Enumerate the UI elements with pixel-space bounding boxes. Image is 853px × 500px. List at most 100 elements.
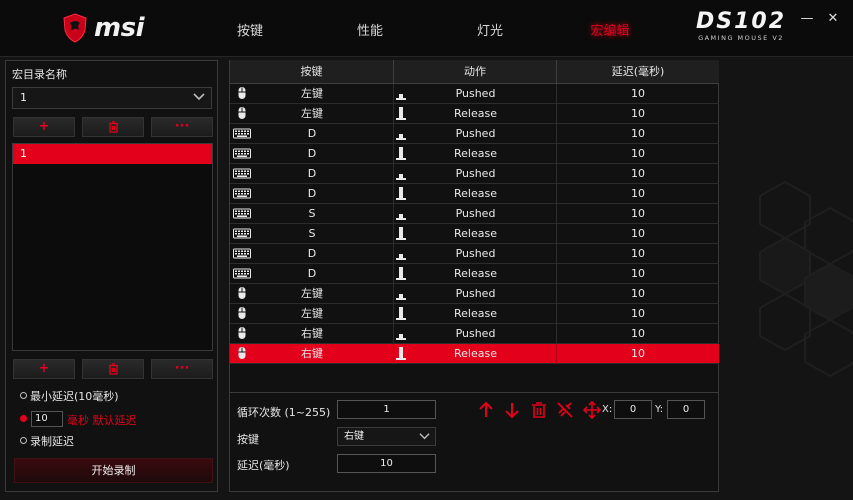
row-action: Release (454, 307, 497, 320)
no-link-icon[interactable] (556, 401, 574, 419)
arrow-down-icon[interactable] (503, 401, 521, 419)
chevron-down-icon (419, 433, 430, 440)
table-divider (230, 392, 719, 393)
table-row[interactable]: 右键 Pushed 10 (230, 324, 719, 344)
row-action: Pushed (455, 167, 496, 180)
close-button[interactable]: ✕ (825, 12, 841, 26)
table-row[interactable]: 左键 Pushed 10 (230, 284, 719, 304)
y-input[interactable]: 0 (667, 400, 705, 419)
loop-count-input[interactable]: 1 (337, 400, 436, 419)
macro-list: 1 (12, 143, 213, 351)
table-row[interactable]: 左键 Release 10 (230, 104, 719, 124)
table-row[interactable]: D Release 10 (230, 264, 719, 284)
macro-select[interactable]: 1 (12, 87, 212, 109)
row-action: Release (454, 227, 497, 240)
table-row[interactable]: D Pushed 10 (230, 244, 719, 264)
row-action: Pushed (455, 207, 496, 220)
table-row[interactable]: 左键 Pushed 10 (230, 84, 719, 104)
msi-logo: msi (62, 12, 172, 44)
row-delay: 10 (631, 327, 645, 340)
row-key: 右键 (301, 347, 323, 360)
row-delay: 10 (631, 267, 645, 280)
delete-macro-button-bottom[interactable] (82, 359, 144, 379)
row-action: Pushed (455, 127, 496, 140)
brand-name: msi (94, 13, 144, 43)
tab-lighting[interactable]: 灯光 (450, 20, 530, 40)
product-subtitle: GAMING MOUSE V2 (698, 34, 784, 42)
loop-count-label: 循环次数 (1~255) (237, 406, 331, 419)
row-delay: 10 (631, 87, 645, 100)
start-recording-button[interactable]: 开始录制 (14, 458, 213, 483)
row-delay: 10 (631, 187, 645, 200)
row-delay: 10 (631, 307, 645, 320)
row-key: S (308, 207, 316, 220)
row-key: D (307, 147, 317, 160)
min-delay-label: 最小延迟(10毫秒) (30, 390, 119, 403)
default-delay-radio[interactable] (20, 415, 27, 422)
minimize-button[interactable]: — (799, 12, 815, 26)
key-select[interactable]: 右键 (337, 427, 436, 446)
row-delay: 10 (631, 127, 645, 140)
delete-macro-button[interactable] (82, 117, 144, 137)
default-delay-input[interactable]: 10 (31, 411, 63, 427)
table-row[interactable]: 右键 Release 10 (230, 344, 719, 364)
row-key: D (307, 267, 317, 280)
x-label: X: (602, 404, 613, 415)
x-input[interactable]: 0 (614, 400, 652, 419)
table-row[interactable]: 左键 Release 10 (230, 304, 719, 324)
add-macro-button-bottom[interactable]: + (13, 359, 75, 379)
tab-performance[interactable]: 性能 (330, 20, 410, 40)
product-name: DS102 (695, 9, 787, 34)
row-key: 左键 (301, 107, 323, 120)
add-macro-button[interactable]: + (13, 117, 75, 137)
row-delay: 10 (631, 287, 645, 300)
list-item[interactable]: 1 (13, 144, 212, 164)
macro-steps-table: 左键 Pushed 10 左键 Release 10 D Pushed 10 D Release 10… (230, 84, 719, 364)
chevron-down-icon (193, 93, 205, 101)
table-row[interactable]: D Release 10 (230, 144, 719, 164)
row-action: Release (454, 147, 497, 160)
key-label: 按键 (237, 433, 259, 446)
macro-select-value: 1 (20, 91, 27, 104)
column-header-delay: 延迟(毫秒) (611, 65, 665, 78)
trash-icon (108, 121, 118, 133)
macro-directory-title: 宏目录名称 (12, 68, 67, 81)
trash-icon[interactable] (530, 401, 548, 419)
row-key: 右键 (301, 327, 323, 340)
row-action: Pushed (455, 327, 496, 340)
min-delay-radio[interactable] (20, 392, 27, 399)
row-action: Pushed (455, 87, 496, 100)
more-macro-button-bottom[interactable]: ··· (151, 359, 213, 379)
row-delay: 10 (631, 227, 645, 240)
move-icon[interactable] (583, 401, 601, 419)
column-header-key: 按键 (230, 60, 394, 83)
row-action: Release (454, 347, 497, 360)
y-label: Y: (655, 404, 664, 415)
row-key: 左键 (301, 307, 323, 320)
row-key: S (308, 227, 316, 240)
row-delay: 10 (631, 207, 645, 220)
table-row[interactable]: S Pushed 10 (230, 204, 719, 224)
tab-keys[interactable]: 按键 (210, 20, 290, 40)
row-delay: 10 (631, 247, 645, 260)
row-action: Release (454, 107, 497, 120)
record-delay-radio[interactable] (20, 437, 27, 444)
tab-macro-editor[interactable]: 宏编辑 (570, 20, 650, 40)
more-macro-button[interactable]: ··· (151, 117, 213, 137)
row-action: Release (454, 187, 497, 200)
table-row[interactable]: D Pushed 10 (230, 164, 719, 184)
key-select-value: 右键 (344, 431, 364, 442)
table-row[interactable]: S Release 10 (230, 224, 719, 244)
delay-label: 延迟(毫秒) (237, 459, 290, 472)
row-key: D (307, 247, 317, 260)
row-delay: 10 (631, 147, 645, 160)
table-row[interactable]: D Release 10 (230, 184, 719, 204)
hexagon-pattern (759, 180, 853, 378)
row-action: Pushed (455, 247, 496, 260)
trash-icon (108, 363, 118, 375)
row-key: D (307, 187, 317, 200)
arrow-up-icon[interactable] (477, 401, 495, 419)
table-row[interactable]: D Pushed 10 (230, 124, 719, 144)
product-logo: DS102 GAMING MOUSE V2 (691, 10, 791, 46)
delay-input[interactable]: 10 (337, 454, 436, 473)
